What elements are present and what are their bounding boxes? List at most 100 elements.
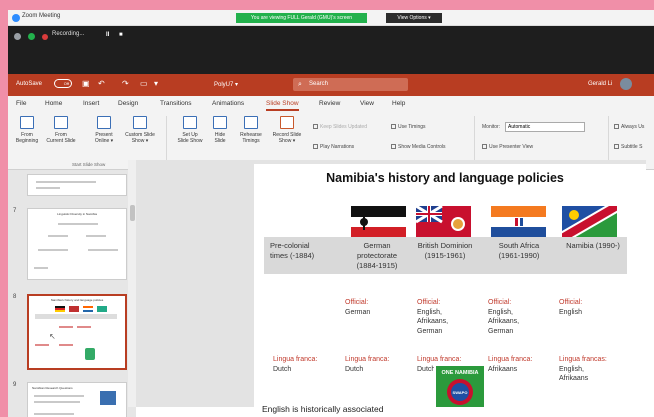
period-pre-colonial: Pre-colonial times (-1884)	[270, 241, 315, 260]
record-icon	[42, 34, 48, 40]
search-placeholder: Search	[309, 81, 329, 87]
tab-insert[interactable]: Insert	[83, 100, 99, 107]
zoom-window-title: Zoom Meeting	[22, 13, 61, 19]
divider	[474, 116, 475, 166]
hide-slide-button[interactable]: Hide Slide	[208, 116, 232, 144]
stop-recording-button[interactable]: ■	[119, 32, 123, 38]
tab-slide-show[interactable]: Slide Show	[266, 100, 299, 111]
setup-label: Set Up Slide Show	[177, 132, 203, 144]
custom-slide-show-button[interactable]: Custom Slide Show ▾	[120, 116, 160, 144]
undo-icon[interactable]: ↶	[98, 79, 105, 88]
from-current-label: From Current Slide	[46, 132, 76, 144]
rehearse-timings-button[interactable]: Rehearse Timings	[236, 116, 266, 144]
redo-icon[interactable]: ↷	[122, 79, 129, 88]
recording-label: Recording...	[52, 31, 85, 37]
slideshow-icon	[20, 116, 34, 129]
autosave-toggle[interactable]: Off	[54, 79, 72, 88]
save-icon[interactable]: ▣	[82, 79, 90, 88]
german-empire-flag	[351, 206, 406, 238]
rehearse-label: Rehearse Timings	[240, 132, 262, 144]
franca-german: Lingua franca: Dutch	[345, 356, 390, 373]
thumbnail-title: Namibian Research Questions	[32, 386, 73, 390]
tab-transitions[interactable]: Transitions	[160, 100, 192, 107]
franca-south-africa: Lingua franca: Afrikaans	[488, 356, 533, 373]
slide-title: Namibia's history and language policies	[326, 171, 564, 185]
emblem-subtext: SWAPO	[453, 390, 468, 395]
thumbnail-slide-6[interactable]	[27, 174, 127, 196]
autosave-label: AutoSave	[16, 81, 43, 87]
user-name[interactable]: Gerald Li	[588, 81, 612, 87]
tab-view[interactable]: View	[360, 100, 374, 107]
show-media-controls-checkbox[interactable]: Show Media Controls	[391, 144, 446, 150]
zoom-toolbar: Recording... II ■	[8, 26, 654, 74]
slide-number-9: 9	[13, 382, 17, 388]
rehearse-icon	[244, 116, 258, 129]
divider	[608, 116, 609, 166]
use-presenter-view-checkbox[interactable]: Use Presenter View	[482, 144, 533, 150]
file-name[interactable]: PolyU7 ▾	[214, 81, 238, 88]
play-narrations-checkbox[interactable]: Play Narrations	[313, 144, 354, 150]
record-slide-icon	[280, 116, 294, 129]
info-icon[interactable]	[14, 33, 21, 40]
period-british: British Dominion (1915-1961)	[417, 241, 473, 260]
one-namibia-emblem: ONE NAMIBIA SWAPO	[434, 364, 486, 407]
monitor-select[interactable]: Automatic	[505, 122, 585, 132]
pause-recording-button[interactable]: II	[106, 32, 109, 38]
south-africa-flag	[491, 206, 546, 238]
british-dominion-flag	[416, 206, 471, 238]
slide-number-7: 7	[13, 208, 17, 214]
custom-show-icon	[133, 116, 147, 129]
setup-icon	[183, 116, 197, 129]
present-online-label: Present Online ▾	[94, 132, 114, 144]
from-beginning-button[interactable]: From Beginning	[12, 116, 42, 144]
slide-number-8: 8	[13, 294, 17, 300]
present-online-button[interactable]: Present Online ▾	[90, 116, 118, 144]
thumbnail-slide-9[interactable]: Namibian Research Questions	[27, 382, 127, 417]
use-timings-checkbox[interactable]: Use Timings	[391, 124, 426, 130]
scrollbar-thumb[interactable]	[130, 205, 135, 221]
viewing-banner: You are viewing FULL Gerald (GMU)'s scre…	[236, 13, 367, 23]
set-up-slide-show-button[interactable]: Set Up Slide Show	[174, 116, 206, 144]
thumbnail-title: Linguistic Diversity in Namibia	[57, 212, 97, 216]
record-slide-label: Record Slide Show ▾	[272, 132, 302, 144]
tab-design[interactable]: Design	[118, 100, 138, 107]
hide-slide-icon	[213, 116, 227, 129]
tab-help[interactable]: Help	[392, 100, 405, 107]
avatar[interactable]	[620, 78, 632, 90]
ppt-title-bar: AutoSave Off ▣ ↶ ↷ ▭ ▾ PolyU7 ▾ ⌕ Search…	[8, 74, 654, 96]
namibia-flag	[562, 206, 617, 238]
present-online-icon	[97, 116, 111, 129]
thumbnail-slide-8[interactable]: Namibia's history and language policies …	[27, 294, 127, 370]
search-icon: ⌕	[298, 81, 302, 88]
thumbnail-scrollbar[interactable]	[128, 160, 136, 407]
zoom-logo-icon	[12, 14, 20, 22]
group-start-slide-show-label: Start Slide Show	[72, 162, 106, 167]
from-current-slide-button[interactable]: From Current Slide	[44, 116, 78, 144]
slide-body-text: English is historically associated	[262, 404, 384, 414]
period-south-africa: South Africa (1961-1990)	[498, 241, 540, 260]
record-slide-show-button[interactable]: Record Slide Show ▾	[268, 116, 306, 144]
thumbnail-slide-7[interactable]: Linguistic Diversity in Namibia	[27, 208, 127, 280]
always-use-subtitles-checkbox[interactable]: Always Us	[614, 124, 644, 130]
search-box[interactable]: ⌕ Search	[293, 78, 408, 91]
custom-show-label: Custom Slide Show ▾	[125, 132, 155, 144]
tab-home[interactable]: Home	[45, 100, 62, 107]
monitor-label: Monitor:	[482, 124, 501, 130]
subtitle-settings-button[interactable]: Subtitle S	[614, 144, 642, 150]
zoom-title-bar: Zoom Meeting You are viewing FULL Gerald…	[8, 10, 654, 26]
thumbnail-title: Namibia's history and language policies	[50, 298, 104, 302]
tab-animations[interactable]: Animations	[212, 100, 244, 107]
emblem-text: ONE NAMIBIA	[442, 370, 479, 376]
view-options-button[interactable]: View Options ▾	[386, 13, 442, 23]
period-namibia: Namibia (1990-)	[566, 241, 620, 250]
shield-icon[interactable]	[28, 33, 35, 40]
start-from-beginning-icon[interactable]: ▭	[140, 79, 148, 88]
from-beginning-label: From Beginning	[15, 132, 39, 144]
tab-review[interactable]: Review	[319, 100, 340, 107]
slideshow-icon	[54, 116, 68, 129]
keep-slides-updated-checkbox[interactable]: Keep Slides Updated	[313, 124, 367, 130]
franca-namibia: Lingua francas: English, Afrikaans	[559, 356, 607, 382]
customize-quick-access-icon[interactable]: ▾	[154, 79, 158, 88]
tab-file[interactable]: File	[16, 100, 26, 107]
slide-thumbnail-pane: 7 Linguistic Diversity in Namibia 8 Nami…	[8, 170, 136, 417]
